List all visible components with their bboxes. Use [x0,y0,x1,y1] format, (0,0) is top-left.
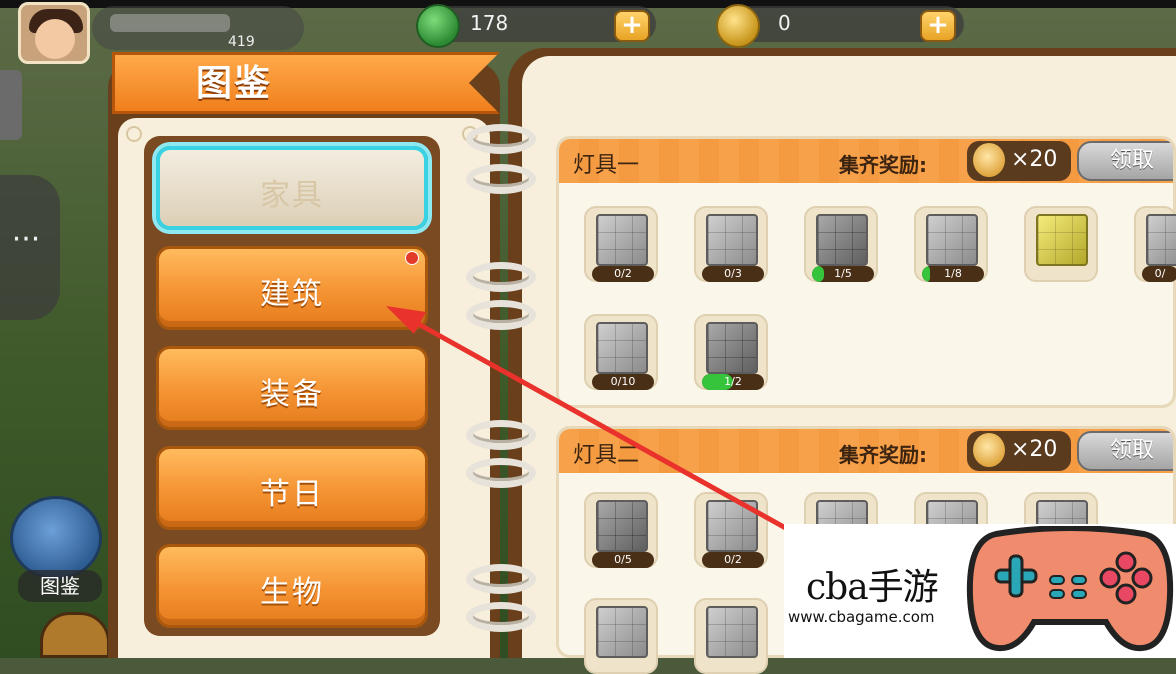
item-progress: 0/2 [702,552,764,568]
bottom-menu-icon[interactable] [40,612,110,658]
category-label: 家具 [260,178,324,213]
collection-item[interactable]: 0/ [1134,206,1176,282]
progress-text: 1/5 [834,267,852,280]
collection-item[interactable]: 1/2 [694,314,768,390]
category-festival[interactable]: 节日 [156,446,428,530]
block-icon [596,214,648,266]
collection-item[interactable] [694,598,768,674]
block-icon [706,606,758,658]
green-gem-icon [416,4,460,48]
player-avatar[interactable] [18,2,90,64]
block-icon [596,322,648,374]
currency-coins: 0 + [716,4,964,48]
add-gems-button[interactable]: + [614,10,650,42]
item-progress: 0/5 [592,552,654,568]
page-title: 图鉴 [196,63,273,104]
set-header: 灯具一 集齐奖励: ×20 领取 [559,139,1173,183]
item-progress: 0/ [1142,266,1176,282]
collection-item[interactable]: 0/2 [584,206,658,282]
block-icon [1146,214,1176,266]
gamepad-logo-icon [966,526,1174,652]
category-label: 建筑 [260,277,324,312]
binder-ring [466,124,536,154]
category-label: 装备 [260,377,324,412]
collection-item[interactable]: 0/5 [584,492,658,568]
progress-text: 0/2 [614,267,632,280]
gold-coin-icon [716,4,760,48]
item-progress: 1/8 [922,266,984,282]
category-furniture[interactable]: 家具 [156,146,428,230]
progress-text: 1/2 [724,375,742,388]
collection-item[interactable]: 0/2 [694,492,768,568]
binder-ring [466,420,536,450]
claim-button[interactable]: 领取 [1077,141,1173,181]
item-progress: 1/5 [812,266,874,282]
yellow-block-icon [1036,214,1088,266]
title-ribbon [112,52,500,114]
reward-label: 集齐奖励: [839,153,927,177]
reward-character-icon [973,143,1005,177]
glass-block-icon [596,500,648,552]
item-progress: 0/10 [592,374,654,390]
chat-icon[interactable]: ··· [0,225,52,266]
player-level: 419 [228,34,255,50]
add-coins-button[interactable]: + [920,10,956,42]
block-icon [926,214,978,266]
progress-text: 0/3 [724,267,742,280]
collection-item[interactable] [584,598,658,674]
binder-ring [466,262,536,292]
binder-ring [466,602,536,632]
handbook-label: 图鉴 [18,570,102,602]
category-label: 生物 [260,575,324,610]
collection-item[interactable] [1024,206,1098,282]
collection-item[interactable]: 0/3 [694,206,768,282]
block-icon [596,606,648,658]
set-header: 灯具二 集齐奖励: ×20 领取 [559,429,1173,473]
watermark-brand: cba手游 [806,567,939,608]
page-corner-ornament [126,126,142,142]
item-progress: 1/2 [702,374,764,390]
block-icon [706,322,758,374]
set-title: 灯具二 [573,443,640,468]
watermark-url: www.cbagame.com [788,608,935,626]
item-progress: 0/2 [592,266,654,282]
collection-item[interactable]: 1/5 [804,206,878,282]
handbook-icon[interactable] [10,496,102,580]
category-building[interactable]: 建筑 [156,246,428,330]
sidebar-tab[interactable] [0,70,22,140]
currency-gems: 178 + [416,4,656,48]
progress-text: 0/ [1154,267,1166,280]
player-name-blurred [110,14,230,32]
avatar-face [35,19,75,59]
coin-count: 0 [778,11,791,35]
block-icon [706,214,758,266]
item-progress: 0/3 [702,266,764,282]
category-equipment[interactable]: 装备 [156,346,428,430]
progress-text: 1/8 [944,267,962,280]
binder-ring [466,458,536,488]
progress-text: 0/5 [614,553,632,566]
collection-item[interactable]: 1/8 [914,206,988,282]
reward-badge: ×20 [967,431,1071,471]
binder-ring [466,164,536,194]
category-label: 节日 [260,477,324,512]
collection-item[interactable]: 0/10 [584,314,658,390]
reward-badge: ×20 [967,141,1071,181]
binder-ring [466,300,536,330]
reward-amount: ×20 [1011,147,1058,172]
block-icon [706,500,758,552]
progress-text: 0/2 [724,553,742,566]
notification-dot [405,251,419,265]
reward-label: 集齐奖励: [839,443,927,467]
claim-button[interactable]: 领取 [1077,431,1173,471]
set-title: 灯具一 [573,153,640,178]
category-creature[interactable]: 生物 [156,544,428,628]
binder-ring [466,564,536,594]
reward-character-icon [973,433,1005,467]
progress-text: 0/10 [610,375,636,388]
block-icon [816,214,868,266]
reward-amount: ×20 [1011,437,1058,462]
gem-count: 178 [470,11,509,35]
